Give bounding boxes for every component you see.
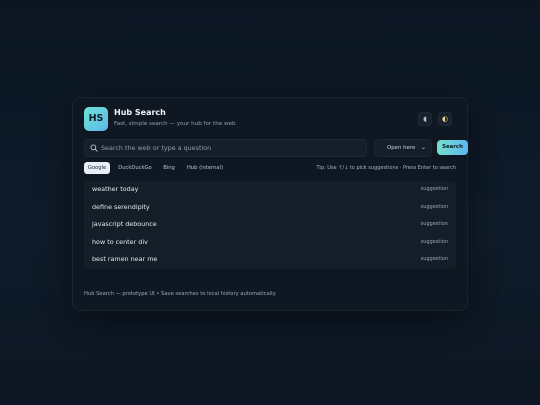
app-logo: HS (84, 107, 108, 131)
half-moon-icon: ◐ (441, 115, 449, 123)
engine-tabs: Google DuckDuckGo Bing Hub (internal) Ti… (84, 162, 456, 174)
suggestion-item[interactable]: weather today suggestion (84, 181, 456, 199)
engine-tab-hub-internal[interactable]: Hub (internal) (184, 162, 226, 174)
moon-icon: ◖ (423, 115, 427, 123)
search-box (84, 139, 367, 157)
header: HS Hub Search Fast, simple search — your… (84, 107, 456, 133)
theme-toggle-button[interactable]: ◐ (438, 112, 452, 126)
suggestion-text: best ramen near me (92, 255, 158, 264)
suggestion-tag: suggestion (420, 186, 448, 192)
dark-theme-button[interactable]: ◖ (418, 112, 432, 126)
engine-tab-google[interactable]: Google (84, 162, 110, 174)
chevron-down-icon: ⌄ (420, 144, 426, 151)
search-row: Open here ⌄ Search (84, 139, 468, 157)
suggestion-list: weather today suggestion define serendip… (84, 181, 456, 269)
suggestion-tag: suggestion (420, 238, 448, 245)
footer-note: Hub Search — prototype UI • Save searche… (84, 291, 277, 297)
suggestion-item[interactable]: best ramen near me suggestion (84, 251, 456, 269)
suggestion-text: javascript debounce (92, 220, 157, 229)
search-card: HS Hub Search Fast, simple search — your… (72, 97, 468, 311)
suggestion-item[interactable]: define serendipity suggestion (84, 199, 456, 217)
suggestion-tag: suggestion (420, 221, 448, 228)
suggestion-tag: suggestion (420, 256, 448, 263)
search-input[interactable] (101, 140, 363, 156)
open-mode-select[interactable]: Open here ⌄ (374, 139, 432, 157)
engine-tab-duckduckgo[interactable]: DuckDuckGo (116, 162, 154, 174)
keyboard-tip: Tip: Use ↑/↓ to pick suggestions · Press… (316, 165, 456, 171)
search-icon (90, 144, 98, 152)
app-title: Hub Search (114, 108, 166, 117)
suggestion-tag: suggestion (420, 203, 448, 210)
suggestion-text: weather today (92, 185, 139, 193)
suggestion-item[interactable]: how to center div suggestion (84, 234, 456, 252)
engine-tab-bing[interactable]: Bing (160, 162, 178, 174)
search-button[interactable]: Search (437, 140, 468, 155)
suggestion-text: how to center div (92, 237, 148, 246)
suggestion-text: define serendipity (92, 202, 150, 211)
open-mode-value: Open here (387, 145, 416, 151)
suggestion-item[interactable]: javascript debounce suggestion (84, 216, 456, 234)
app-subtitle: Fast, simple search — your hub for the w… (114, 121, 236, 127)
